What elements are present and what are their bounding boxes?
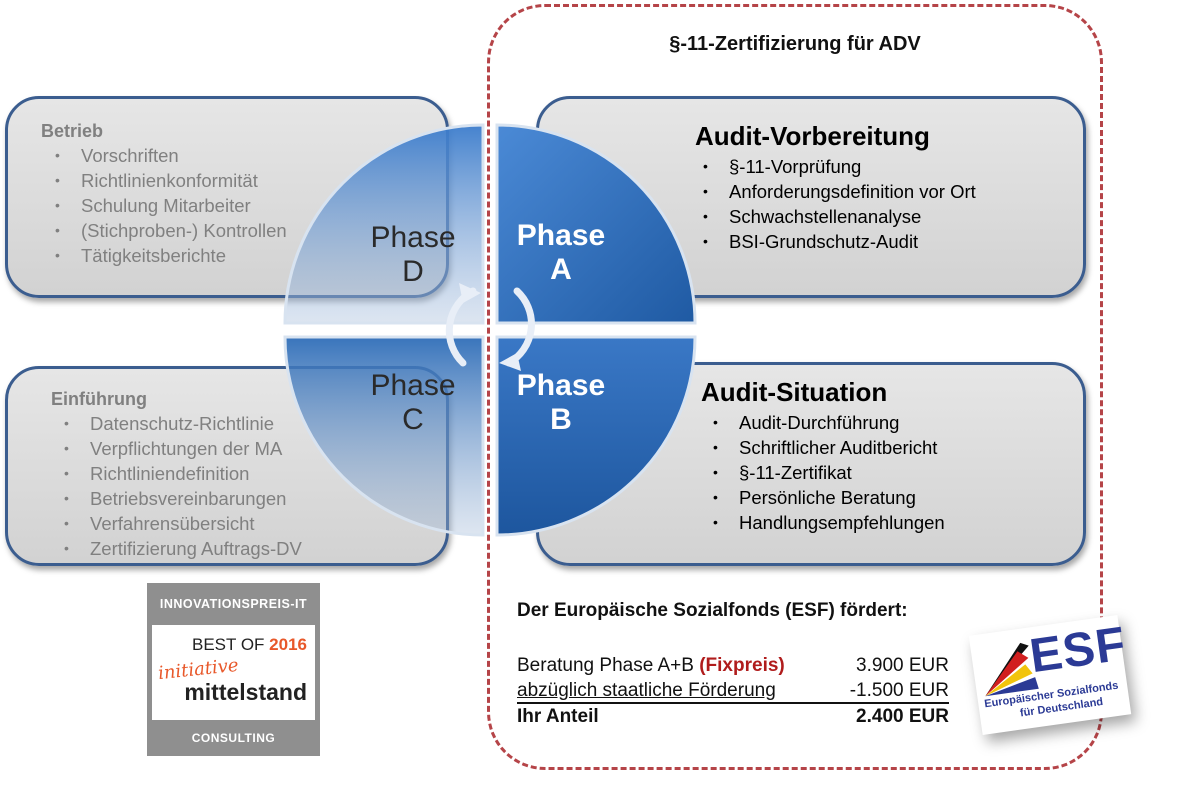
list-item: Verpflichtungen der MA bbox=[64, 436, 302, 461]
phase-b-label: Phase B bbox=[501, 369, 621, 437]
list-item: Zertifizierung Auftrags-DV bbox=[64, 536, 302, 561]
foerderung-value: -1.500 EUR bbox=[849, 680, 949, 701]
betrieb-title: Betrieb bbox=[41, 121, 104, 141]
list-item: (Stichproben-) Kontrollen bbox=[55, 218, 287, 243]
list-item: Persönliche Beratung bbox=[713, 485, 945, 510]
list-item: §-11-Zertifikat bbox=[713, 460, 945, 485]
phase-a-letter: A bbox=[550, 253, 572, 286]
list-item: Richtlinienkonformität bbox=[55, 168, 287, 193]
betrieb-list: Vorschriften Richtlinienkonformität Schu… bbox=[55, 143, 287, 268]
list-item: Tätigkeitsberichte bbox=[55, 243, 287, 268]
list-item: Schriftlicher Auditbericht bbox=[713, 435, 945, 460]
list-item: Vorschriften bbox=[55, 143, 287, 168]
anteil-label: Ihr Anteil bbox=[517, 706, 599, 727]
list-item: Betriebsvereinbarungen bbox=[64, 486, 302, 511]
audit-vorbereitung-list: §-11-Vorprüfung Anforderungsdefinition v… bbox=[703, 154, 976, 254]
badge-best-of: BEST OF 2016 bbox=[192, 635, 307, 655]
audit-situation-title: Audit-Situation bbox=[701, 377, 888, 407]
price-row-label: Beratung Phase A+B (Fixpreis) bbox=[517, 655, 785, 677]
phase-c-label: Phase C bbox=[353, 369, 473, 437]
list-item: §-11-Vorprüfung bbox=[703, 154, 976, 179]
anteil-value: 2.400 EUR bbox=[856, 706, 949, 727]
foerderung-label: abzüglich staatliche Förderung bbox=[517, 680, 776, 701]
list-item: Audit-Durchführung bbox=[713, 410, 945, 435]
esf-pricing: Der Europäische Sozialfonds (ESF) förder… bbox=[517, 600, 967, 727]
price-row-foerderung: abzüglich staatliche Förderung -1.500 EU… bbox=[517, 680, 949, 704]
audit-situation-list: Audit-Durchführung Schriftlicher Auditbe… bbox=[713, 410, 945, 535]
list-item: Richtliniendefinition bbox=[64, 461, 302, 486]
fixpreis-label: (Fixpreis) bbox=[699, 655, 785, 676]
phase-c-letter: C bbox=[402, 403, 424, 436]
esf-heading: Der Europäische Sozialfonds (ESF) förder… bbox=[517, 600, 908, 621]
badge-mid: BEST OF 2016 initiative mittelstand bbox=[152, 625, 315, 720]
audit-vorbereitung-title: Audit-Vorbereitung bbox=[695, 121, 930, 151]
badge-top: INNOVATIONSPREIS-IT bbox=[159, 597, 308, 611]
badge-bottom: CONSULTING bbox=[191, 731, 276, 745]
list-item: Handlungsempfehlungen bbox=[713, 510, 945, 535]
phase-cycle-circle: Phase D Phase A Phase C Phase B bbox=[283, 123, 697, 537]
phase-d-label: Phase D bbox=[353, 221, 473, 289]
price-row-anteil: Ihr Anteil 2.400 EUR bbox=[517, 706, 949, 728]
innovationspreis-badge: INNOVATIONSPREIS-IT BEST OF 2016 initiat… bbox=[147, 583, 320, 756]
list-item: BSI-Grundschutz-Audit bbox=[703, 229, 976, 254]
list-item: Schulung Mitarbeiter bbox=[55, 193, 287, 218]
list-item: Verfahrensübersicht bbox=[64, 511, 302, 536]
list-item: Datenschutz-Richtlinie bbox=[64, 411, 302, 436]
phase-cycle-graphic bbox=[283, 123, 697, 537]
phase-c-word: Phase bbox=[370, 369, 456, 402]
einfuehrung-list: Datenschutz-Richtlinie Verpflichtungen d… bbox=[64, 411, 302, 561]
einfuehrung-title: Einführung bbox=[51, 389, 147, 409]
phase-d-word: Phase bbox=[370, 221, 456, 254]
phase-a-label: Phase A bbox=[501, 219, 621, 287]
phase-b-letter: B bbox=[550, 403, 572, 436]
price-row-beratung: Beratung Phase A+B (Fixpreis) 3.900 EUR bbox=[517, 655, 949, 677]
phase-b-word: Phase bbox=[516, 369, 606, 402]
esf-logo: ESF Europäischer Sozialfonds für Deutsch… bbox=[968, 615, 1132, 735]
phase-d-letter: D bbox=[402, 255, 424, 288]
beratung-value: 3.900 EUR bbox=[856, 655, 949, 676]
badge-brand: mittelstand bbox=[184, 679, 307, 705]
best-of-label: BEST OF bbox=[192, 635, 265, 654]
list-item: Anforderungsdefinition vor Ort bbox=[703, 179, 976, 204]
beratung-label: Beratung Phase A+B bbox=[517, 655, 694, 676]
list-item: Schwachstellenanalyse bbox=[703, 204, 976, 229]
phase-a-word: Phase bbox=[516, 219, 606, 252]
badge-year: 2016 bbox=[269, 635, 307, 654]
frame-title: §-11-Zertifizierung für ADV bbox=[669, 33, 921, 55]
